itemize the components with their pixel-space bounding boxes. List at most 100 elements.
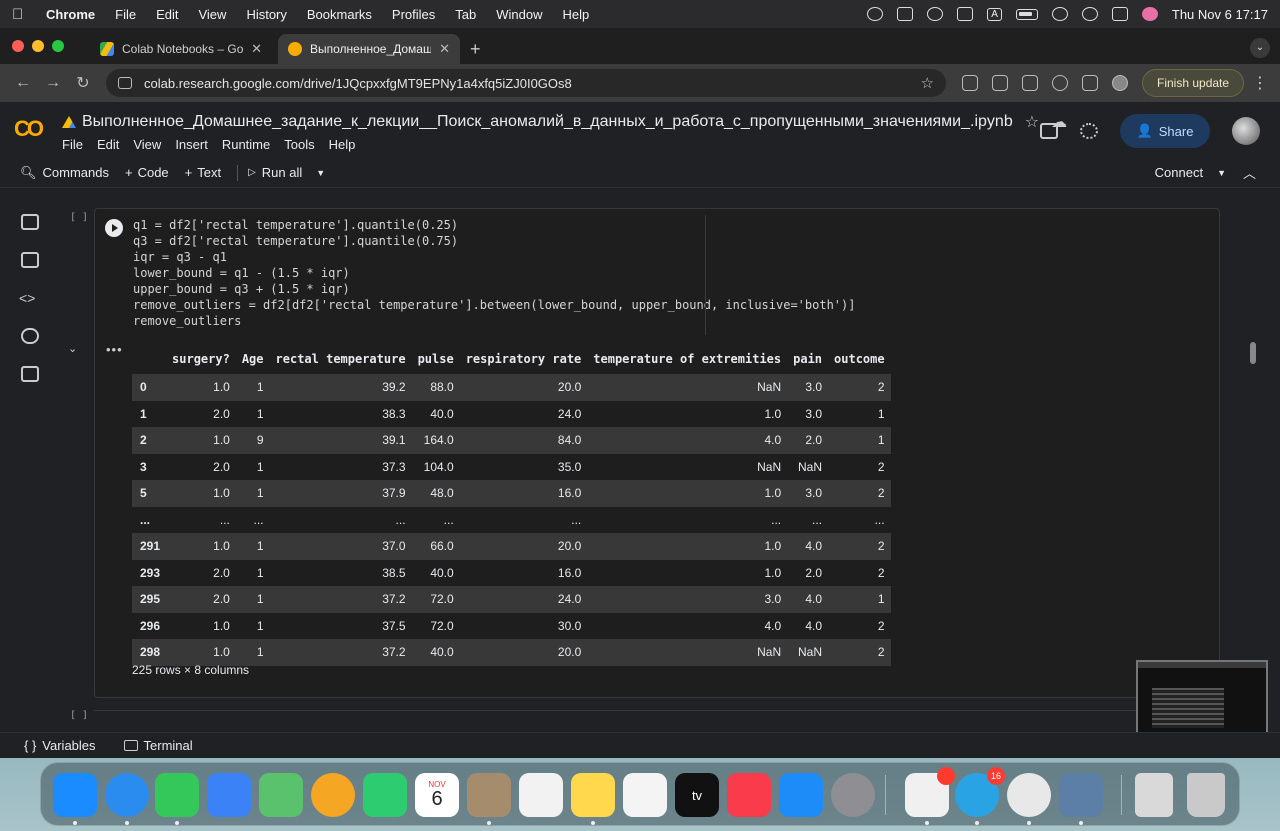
menu-app-chrome[interactable]: Chrome xyxy=(46,7,95,22)
menu-profiles[interactable]: Profiles xyxy=(392,7,435,22)
dropdown-icon[interactable]: ▼ xyxy=(316,168,325,178)
calendar-icon[interactable]: NOV 6 xyxy=(415,773,459,817)
next-cell[interactable] xyxy=(94,710,1220,720)
collapse-output-icon[interactable]: ⌄ xyxy=(68,342,77,355)
maps-icon[interactable] xyxy=(259,773,303,817)
chrome-menu-icon[interactable]: ⋮ xyxy=(1252,73,1268,93)
table-of-contents-icon[interactable] xyxy=(21,214,39,230)
chrome-icon[interactable] xyxy=(1007,773,1051,817)
input-source-badge[interactable]: A xyxy=(987,7,1002,21)
terminal-button[interactable]: Terminal xyxy=(123,738,193,753)
drive-icon[interactable] xyxy=(62,116,76,128)
vpn-icon[interactable] xyxy=(867,7,884,21)
settings-gear-icon[interactable] xyxy=(1080,123,1098,139)
add-text-button[interactable]: + Text xyxy=(185,165,221,180)
menu-view[interactable]: View xyxy=(198,7,226,22)
volume-icon[interactable] xyxy=(957,7,974,21)
history-icon[interactable] xyxy=(1052,75,1068,91)
new-tab-button[interactable]: + xyxy=(470,34,481,64)
reload-button[interactable]: ↻ xyxy=(70,73,96,93)
colab-logo[interactable]: CO xyxy=(14,116,48,142)
siri-icon[interactable] xyxy=(1141,7,1158,21)
comments-icon[interactable] xyxy=(1040,123,1058,139)
tab-search-icon[interactable]: ⌄ xyxy=(1250,38,1270,58)
notebook-title[interactable]: Выполненное_Домашнее_задание_к_лекции__П… xyxy=(82,113,1013,131)
files-folder-icon[interactable] xyxy=(21,366,39,382)
wifi-icon[interactable] xyxy=(1051,7,1068,21)
output-menu-icon[interactable]: ••• xyxy=(106,342,123,357)
battery-icon[interactable] xyxy=(1015,8,1038,20)
run-all-button[interactable]: ▷ Run all ▼ xyxy=(248,165,325,180)
colab-menu-view[interactable]: View xyxy=(133,137,161,152)
output-scrollbar[interactable] xyxy=(1250,342,1256,364)
menu-bookmarks[interactable]: Bookmarks xyxy=(307,7,372,22)
finder-icon[interactable] xyxy=(53,773,97,817)
close-tab-icon[interactable]: ✕ xyxy=(439,41,450,57)
telegram-icon[interactable]: 16 xyxy=(955,767,1005,817)
run-cell-button[interactable] xyxy=(105,219,123,237)
tab-colab-notebooks[interactable]: Colab Notebooks – Google Д ✕ xyxy=(90,34,272,64)
reminders-icon[interactable] xyxy=(519,773,563,817)
share-button[interactable]: 👤 Share xyxy=(1120,114,1210,148)
code-editor[interactable]: q1 = df2['rectal temperature'].quantile(… xyxy=(133,217,855,329)
download-icon[interactable] xyxy=(992,75,1008,91)
profile-avatar-icon[interactable] xyxy=(1112,75,1128,91)
back-button[interactable]: ← xyxy=(10,74,36,92)
facetime-icon[interactable] xyxy=(363,773,407,817)
zoom-window-button[interactable] xyxy=(52,40,64,52)
collapse-header-icon[interactable]: ︿ xyxy=(1243,163,1256,182)
documents-stack-icon[interactable] xyxy=(1135,773,1173,817)
forward-button[interactable]: → xyxy=(40,74,66,92)
app-icon[interactable] xyxy=(905,767,955,817)
safari-icon[interactable] xyxy=(105,773,149,817)
colab-menu-runtime[interactable]: Runtime xyxy=(222,137,270,152)
site-info-icon[interactable] xyxy=(118,77,132,89)
colab-menu-insert[interactable]: Insert xyxy=(175,137,208,152)
chevron-down-icon[interactable]: ▼ xyxy=(1217,168,1226,178)
address-bar[interactable]: colab.research.google.com/drive/1JQcpxxf… xyxy=(106,69,946,97)
menu-file[interactable]: File xyxy=(115,7,136,22)
music-icon[interactable] xyxy=(727,773,771,817)
notes-icon[interactable] xyxy=(571,773,615,817)
apple-icon[interactable]:  xyxy=(12,6,28,23)
utility-app-icon[interactable] xyxy=(1059,773,1103,817)
variables-button[interactable]: { } Variables xyxy=(24,738,96,753)
colab-menu-tools[interactable]: Tools xyxy=(284,137,314,152)
lens-icon[interactable] xyxy=(1082,75,1098,91)
photos-icon[interactable] xyxy=(311,773,355,817)
menu-edit[interactable]: Edit xyxy=(156,7,178,22)
play-icon[interactable] xyxy=(927,7,944,21)
freeform-icon[interactable] xyxy=(623,773,667,817)
colab-menu-file[interactable]: File xyxy=(62,137,83,152)
close-tab-icon[interactable]: ✕ xyxy=(251,41,262,57)
connect-control[interactable]: Connect ▼ xyxy=(1155,165,1226,180)
account-avatar[interactable] xyxy=(1232,117,1260,145)
tab-notebook[interactable]: Выполненное_Домашнее_з ✕ xyxy=(278,34,460,64)
contacts-icon[interactable] xyxy=(467,773,511,817)
code-snippets-icon[interactable]: <> xyxy=(19,290,41,306)
add-code-button[interactable]: + Code xyxy=(125,165,169,180)
app-store-icon[interactable] xyxy=(779,773,823,817)
find-replace-icon[interactable] xyxy=(21,252,39,268)
colab-menu-edit[interactable]: Edit xyxy=(97,137,119,152)
secrets-key-icon[interactable] xyxy=(21,328,39,344)
colab-menu-help[interactable]: Help xyxy=(329,137,356,152)
menu-history[interactable]: History xyxy=(246,7,286,22)
bookmarks-icon[interactable] xyxy=(1022,75,1038,91)
mail-icon[interactable] xyxy=(207,773,251,817)
apple-tv-icon[interactable]: tv xyxy=(675,773,719,817)
control-center-icon[interactable] xyxy=(1111,7,1128,21)
commands-button[interactable]: 🔍︎ Commands xyxy=(20,165,109,181)
messages-icon[interactable] xyxy=(155,773,199,817)
finish-update-button[interactable]: Finish update xyxy=(1142,69,1245,97)
focus-icon[interactable] xyxy=(897,7,914,21)
trash-icon[interactable] xyxy=(1187,773,1225,817)
search-icon[interactable] xyxy=(1081,7,1098,21)
minimize-window-button[interactable] xyxy=(32,40,44,52)
star-icon[interactable]: ☆ xyxy=(1025,112,1039,132)
clock[interactable]: Thu Nov 6 17:17 xyxy=(1172,7,1268,22)
menu-tab[interactable]: Tab xyxy=(455,7,476,22)
extensions-icon[interactable] xyxy=(962,75,978,91)
system-settings-icon[interactable] xyxy=(831,773,875,817)
close-window-button[interactable] xyxy=(12,40,24,52)
